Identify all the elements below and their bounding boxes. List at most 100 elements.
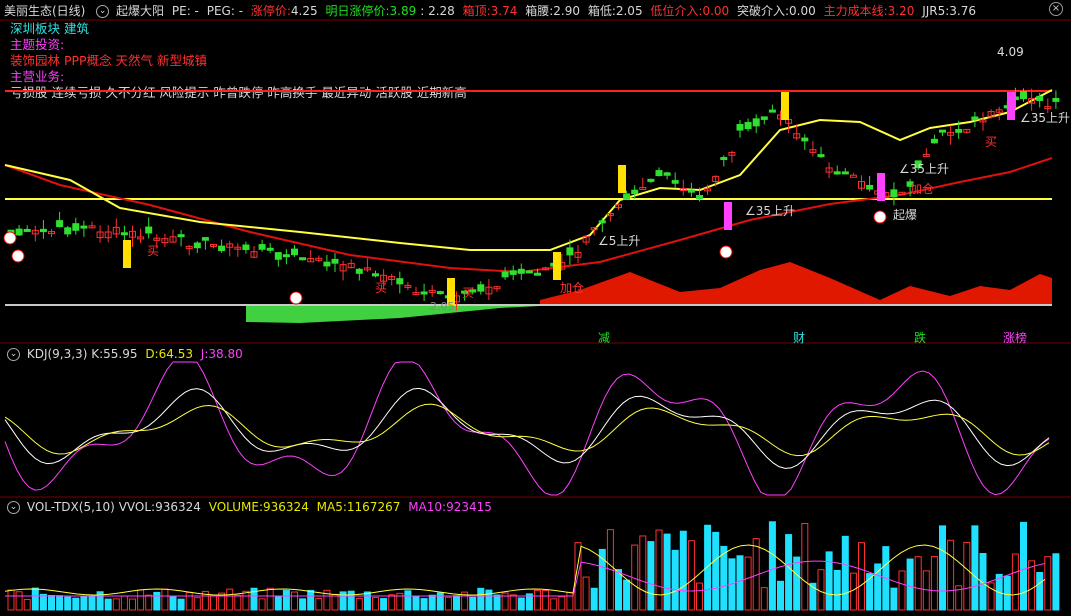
- candle-body: [744, 122, 752, 130]
- candle-body: [145, 226, 153, 234]
- candle-body: [720, 157, 728, 161]
- volume-bar: [971, 525, 979, 611]
- volume-bar: [1011, 553, 1019, 611]
- chart-canvas[interactable]: [0, 0, 1071, 616]
- volume-bar: [687, 540, 695, 611]
- volume-bar: [558, 596, 566, 611]
- candle-body: [266, 247, 274, 251]
- ma-yellow-line: [4, 89, 1053, 251]
- volume-bar: [380, 598, 388, 611]
- candle-body: [242, 244, 250, 251]
- signal-bar: [618, 165, 626, 193]
- plus-marker-icon: [289, 291, 303, 305]
- volume-bar: [623, 579, 631, 611]
- volume-bar: [760, 587, 768, 611]
- candle-body: [282, 254, 290, 258]
- volume-area-red: [540, 262, 1052, 306]
- candle-body: [760, 116, 768, 120]
- volume-bar: [768, 521, 776, 611]
- volume-bar: [274, 596, 282, 611]
- signal-add-2: 加仓: [910, 182, 935, 196]
- candle-body: [768, 109, 776, 113]
- candle-body: [509, 270, 517, 275]
- candle-body: [631, 189, 639, 195]
- event-label-rank: 涨榜: [1003, 331, 1028, 345]
- candle-body: [736, 124, 744, 131]
- volume-bar: [355, 597, 363, 611]
- signal-buy-1: 买: [147, 244, 160, 258]
- volume-bar: [777, 580, 784, 611]
- volume-bar: [801, 522, 809, 611]
- volume-bar: [493, 594, 501, 611]
- volume-bar: [282, 590, 290, 611]
- volume-bar: [80, 596, 88, 611]
- volume-bar: [947, 539, 955, 611]
- volume-bar: [234, 594, 242, 611]
- candle-body: [80, 225, 88, 229]
- volume-bar: [226, 588, 234, 611]
- candle-body: [930, 138, 938, 144]
- volume-bar: [914, 556, 922, 611]
- vol-volume-value: 936324: [263, 500, 309, 514]
- volume-bar: [939, 525, 946, 611]
- candle-body: [396, 278, 404, 285]
- volume-bar: [1052, 553, 1060, 611]
- volume-bar: [145, 594, 153, 611]
- volume-bar: [137, 589, 145, 611]
- kdj-j-line: [4, 361, 1050, 496]
- volume-bar: [858, 542, 865, 611]
- volume-bar: [436, 592, 444, 611]
- volume-bar: [615, 569, 622, 611]
- volume-bar: [428, 594, 436, 611]
- candle-body: [72, 223, 80, 231]
- plus-marker-icon: [719, 245, 733, 259]
- event-label-reduce: 减: [598, 331, 611, 345]
- volume-bar: [720, 545, 728, 611]
- angle-label-3: ∠35上升: [899, 162, 950, 176]
- candle-body: [817, 154, 825, 158]
- chevron-down-icon[interactable]: ⌄: [7, 348, 20, 361]
- kdj-header: ⌄ KDJ(9,3,3) K:55.95 D:64.53 J:38.80: [4, 347, 243, 361]
- volume-bar: [566, 591, 574, 611]
- volume-bar: [1020, 521, 1027, 611]
- volume-bar: [469, 596, 477, 611]
- volume-bar: [647, 541, 655, 611]
- candle-body: [833, 171, 841, 175]
- event-label-finance: 财: [793, 331, 806, 345]
- angle-label-4: ∠35上升: [1020, 111, 1071, 125]
- chevron-down-icon[interactable]: ⌄: [7, 501, 20, 514]
- candle-body: [647, 178, 655, 182]
- kdj-d-label: D:: [145, 347, 159, 361]
- candle-body: [801, 137, 809, 142]
- signal-buy-2: 买: [375, 281, 388, 295]
- vol-header: ⌄ VOL-TDX(5,10) VVOL:936324 VOLUME:93632…: [4, 500, 492, 514]
- volume-bar: [404, 590, 412, 611]
- candle-body: [201, 237, 209, 241]
- volume-bar: [898, 570, 906, 611]
- volume-bar: [56, 595, 64, 611]
- volume-bar: [153, 591, 161, 611]
- candle-body: [525, 270, 533, 274]
- volume-bar: [185, 591, 193, 611]
- candle-body: [299, 257, 307, 261]
- candle-body: [1036, 95, 1044, 101]
- volume-bar: [736, 555, 744, 611]
- vol-vvol-value: 936324: [155, 500, 201, 514]
- candle-body: [291, 248, 298, 256]
- volume-bar: [1028, 560, 1036, 611]
- volume-bar: [193, 597, 201, 611]
- volume-bar: [161, 588, 169, 611]
- volume-bar: [663, 533, 671, 611]
- volume-bar: [315, 598, 323, 611]
- volume-bar: [542, 589, 550, 611]
- volume-bar: [299, 598, 307, 611]
- candle-body: [598, 220, 606, 224]
- volume-bar: [453, 595, 460, 611]
- candle-body: [372, 273, 379, 277]
- candle-body: [477, 284, 485, 292]
- volume-bar: [793, 556, 801, 611]
- volume-bar: [307, 589, 315, 611]
- vol-name[interactable]: VOL-TDX(5,10): [27, 500, 115, 514]
- candle-body: [274, 252, 282, 260]
- kdj-name[interactable]: KDJ(9,3,3): [27, 347, 88, 361]
